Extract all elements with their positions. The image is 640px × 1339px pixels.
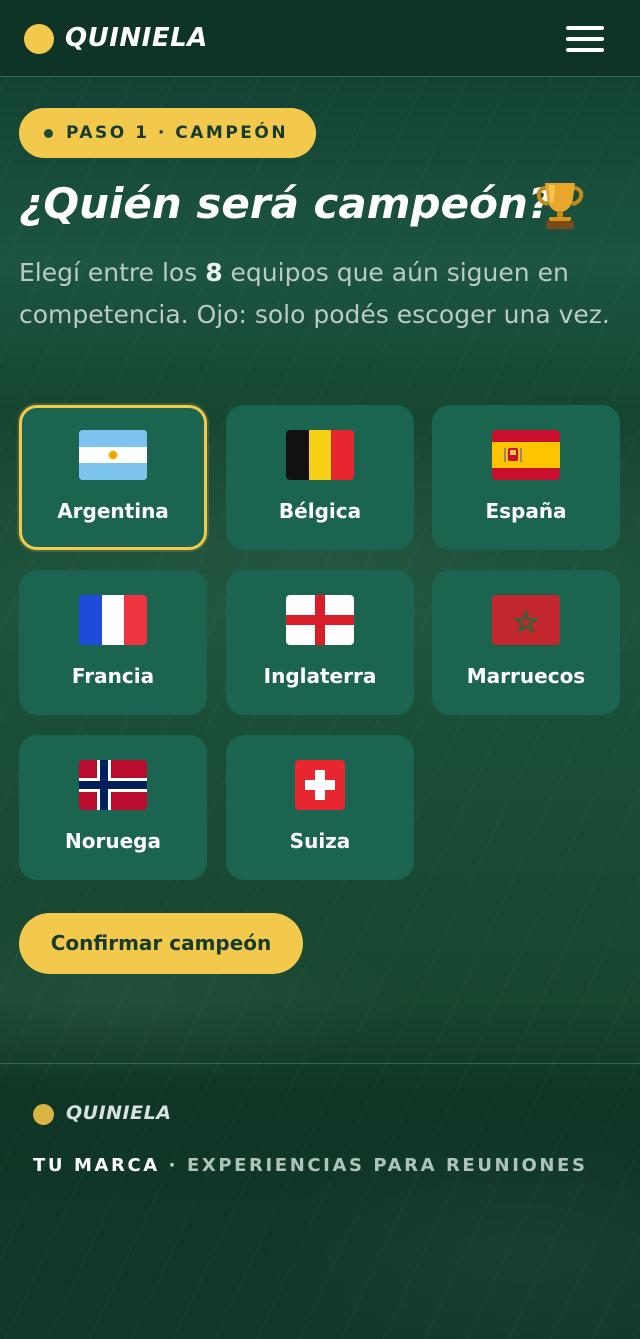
team-card-belgica[interactable]: Bélgica xyxy=(226,405,414,550)
footer-separator: · xyxy=(159,1155,187,1176)
team-name: España xyxy=(485,499,567,523)
team-card-argentina[interactable]: Argentina xyxy=(19,405,207,550)
description-text: Elegí entre los 8 equipos que aún siguen… xyxy=(19,258,610,329)
team-name: Suiza xyxy=(289,829,351,853)
team-count: 8 xyxy=(205,258,223,287)
team-name: Argentina xyxy=(57,499,169,523)
team-card-espana[interactable]: España xyxy=(432,405,620,550)
norway-flag-icon xyxy=(79,760,147,810)
team-card-suiza[interactable]: Suiza xyxy=(226,735,414,880)
top-header: QUINIELA xyxy=(0,0,640,77)
page-title: ¿Quién será campeón? xyxy=(19,179,553,228)
team-name: Noruega xyxy=(65,829,161,853)
team-name: Bélgica xyxy=(278,499,362,523)
team-name: Inglaterra xyxy=(263,664,377,688)
spain-flag-icon xyxy=(492,430,560,480)
footer-tagline: TU MARCA · EXPERIENCIAS PARA REUNIONES xyxy=(33,1153,588,1179)
argentina-flag-icon xyxy=(79,430,147,480)
step-label: PASO 1 · CAMPEÓN xyxy=(66,123,289,143)
trophy-icon xyxy=(536,183,584,229)
step-badge: PASO 1 · CAMPEÓN xyxy=(19,108,316,158)
team-card-francia[interactable]: Francia xyxy=(19,570,207,715)
france-flag-icon xyxy=(79,595,147,645)
footer-subtitle: EXPERIENCIAS PARA REUNIONES xyxy=(186,1155,588,1176)
step-dot-icon xyxy=(44,129,53,138)
hamburger-menu-icon[interactable] xyxy=(562,22,608,56)
team-card-marruecos[interactable]: Marruecos xyxy=(432,570,620,715)
team-name: Marruecos xyxy=(466,664,586,688)
footer-divider xyxy=(0,1063,640,1064)
confirm-champion-button[interactable]: Confirmar campeón xyxy=(19,913,303,974)
footer-logo: QUINIELA xyxy=(66,1102,172,1124)
team-name: Francia xyxy=(71,664,155,688)
team-card-inglaterra[interactable]: Inglaterra xyxy=(226,570,414,715)
logo-dot-icon xyxy=(24,24,54,54)
switzerland-flag-icon xyxy=(295,760,345,810)
team-card-noruega[interactable]: Noruega xyxy=(19,735,207,880)
header-logo[interactable]: QUINIELA xyxy=(65,20,208,56)
footer-logo-dot-icon xyxy=(33,1104,54,1125)
england-flag-icon xyxy=(286,595,354,645)
belgium-flag-icon xyxy=(286,430,354,480)
footer-brand: TU MARCA xyxy=(33,1155,160,1176)
morocco-flag-icon xyxy=(492,595,560,645)
